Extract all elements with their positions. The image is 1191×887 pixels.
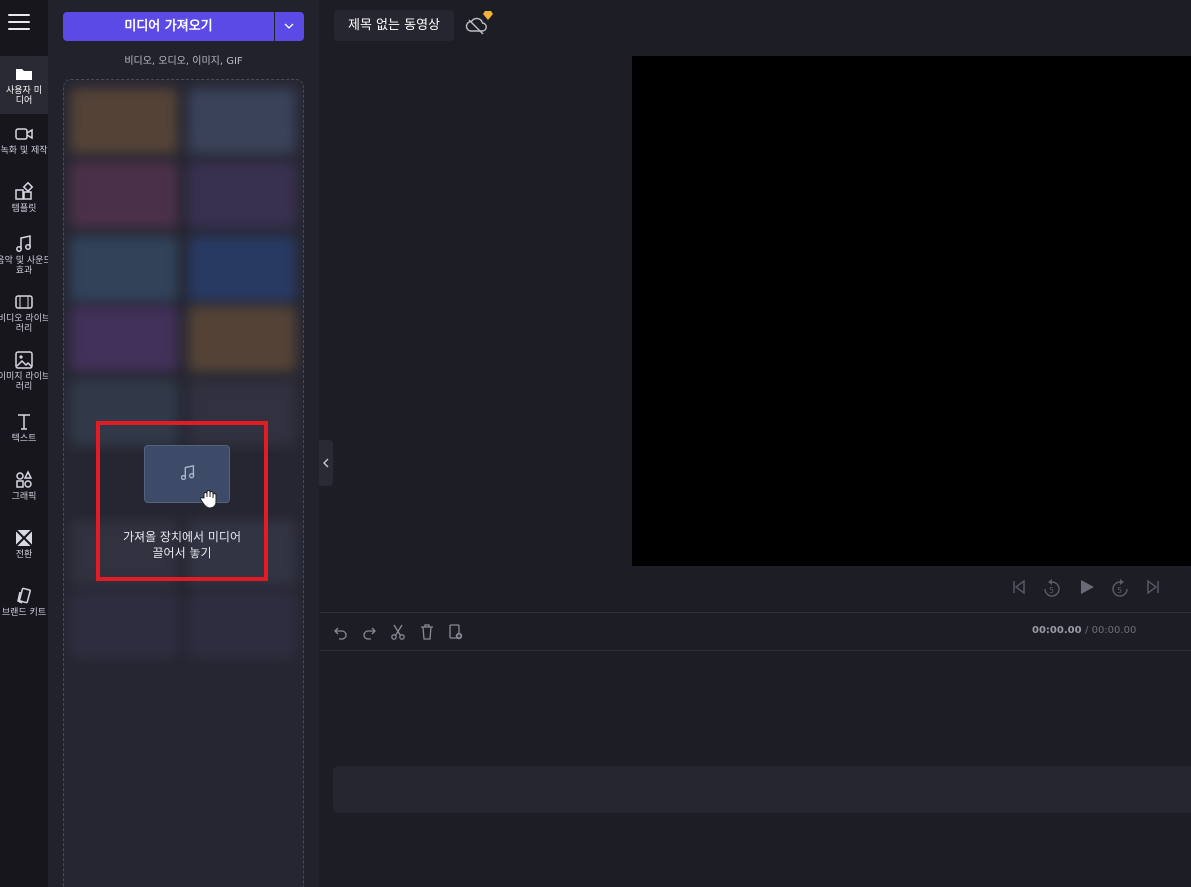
blurred-thumbnail xyxy=(188,88,296,154)
blurred-thumbnail xyxy=(188,592,296,658)
drop-illustration xyxy=(144,445,230,509)
redo-icon[interactable] xyxy=(361,623,377,641)
nav-item-record-create[interactable]: 녹화 및 제작 xyxy=(0,124,48,168)
project-title[interactable]: 제목 없는 동영상 xyxy=(334,10,454,41)
nav-item-text[interactable]: 텍스트 xyxy=(0,412,48,452)
current-time: 00:00.00 xyxy=(1032,625,1082,636)
nav-label: 사용자 미디어 xyxy=(6,86,42,106)
text-icon xyxy=(18,414,30,430)
play-icon[interactable] xyxy=(1078,578,1096,596)
blurred-thumbnail xyxy=(188,306,296,372)
image-icon xyxy=(15,351,33,369)
brand-kit-icon xyxy=(17,587,31,604)
premium-gem-icon xyxy=(483,11,493,20)
blurred-thumbnail xyxy=(70,88,178,154)
music-icon xyxy=(16,235,31,252)
nav-label: 템플릿 xyxy=(11,204,37,214)
nav-item-music-sfx[interactable]: 음악 및 사운드 효과 xyxy=(0,234,48,288)
nav-item-templates[interactable]: 템플릿 xyxy=(0,182,48,226)
drop-instruction-line1: 가져올 장치에서 미디어 xyxy=(122,530,242,544)
skip-forward-icon[interactable] xyxy=(1145,578,1161,596)
nav-rail: 사용자 미디어 녹화 및 제작 템플릿 음악 및 사운드 효과 비디오 라이브러… xyxy=(0,0,48,887)
nav-item-brand-kit[interactable]: 브랜드 키트 xyxy=(0,586,48,626)
import-media-button[interactable]: 미디어 가져오기 xyxy=(63,12,274,41)
nav-label: 텍스트 xyxy=(11,434,37,444)
drop-instruction-line2: 끌어서 놓기 xyxy=(152,546,212,560)
grab-hand-icon xyxy=(200,490,217,509)
import-options-dropdown[interactable] xyxy=(275,12,304,41)
divider xyxy=(320,650,1191,651)
svg-text:5: 5 xyxy=(1049,586,1054,595)
undo-icon[interactable] xyxy=(333,623,349,641)
shapes-icon xyxy=(16,470,33,488)
divider xyxy=(320,612,1191,613)
supported-formats-text: 비디오, 오디오, 이미지, GIF xyxy=(124,56,243,67)
nav-item-graphics[interactable]: 그래픽 xyxy=(0,470,48,510)
blurred-thumbnail xyxy=(70,162,178,228)
nav-label: 그래픽 xyxy=(11,492,37,502)
nav-label: 브랜드 키트 xyxy=(1,608,47,618)
blurred-thumbnail xyxy=(188,162,296,228)
transition-icon xyxy=(15,529,33,547)
chevron-left-icon xyxy=(323,458,329,468)
video-preview[interactable] xyxy=(632,56,1191,566)
nav-item-transitions[interactable]: 전환 xyxy=(0,528,48,568)
collapse-panel-button[interactable] xyxy=(319,440,333,486)
timeline-track[interactable] xyxy=(333,766,1191,813)
blurred-thumbnail xyxy=(188,236,296,302)
blurred-thumbnail xyxy=(70,236,178,302)
menu-icon[interactable] xyxy=(8,14,30,32)
timecode: 00:00.00 / 00:00.00 xyxy=(1032,625,1136,636)
drop-instruction-text: 가져올 장치에서 미디어 끌어서 놓기 xyxy=(100,529,264,561)
chevron-down-icon xyxy=(284,23,294,29)
skip-back-icon[interactable] xyxy=(1011,578,1027,596)
nav-label: 이미지 라이브러리 xyxy=(0,372,48,392)
blurred-thumbnail xyxy=(70,592,178,658)
forward-5s-icon[interactable]: 5 xyxy=(1111,578,1129,598)
nav-item-image-library[interactable]: 이미지 라이브러리 xyxy=(0,350,48,396)
nav-label: 녹화 및 제작 xyxy=(0,146,48,156)
blurred-thumbnail xyxy=(70,306,178,372)
drop-instruction-highlight: 가져올 장치에서 미디어 끌어서 놓기 xyxy=(96,421,268,581)
templates-icon xyxy=(15,182,34,200)
nav-label: 음악 및 사운드 효과 xyxy=(0,256,48,276)
film-icon xyxy=(15,295,33,309)
nav-label: 전환 xyxy=(15,550,33,560)
svg-text:5: 5 xyxy=(1117,586,1122,595)
folder-icon xyxy=(16,69,32,80)
video-camera-icon xyxy=(15,128,33,140)
nav-label: 비디오 라이브러리 xyxy=(0,314,48,334)
music-note-icon xyxy=(180,464,195,481)
scissors-icon[interactable] xyxy=(390,623,406,641)
nav-item-video-library[interactable]: 비디오 라이브러리 xyxy=(0,292,48,338)
duplicate-icon[interactable] xyxy=(448,623,464,641)
total-time: / 00:00.00 xyxy=(1085,625,1137,636)
nav-item-your-media[interactable]: 사용자 미디어 xyxy=(0,56,48,114)
media-panel: 미디어 가져오기 비디오, 오디오, 이미지, GIF 가져올 장치에서 미디어… xyxy=(48,0,319,887)
trash-icon[interactable] xyxy=(419,623,435,641)
rewind-5s-icon[interactable]: 5 xyxy=(1043,578,1061,598)
